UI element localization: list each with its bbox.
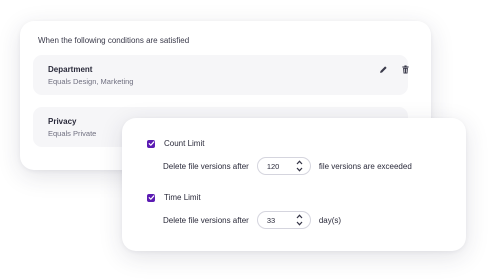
condition-row-department[interactable]: Department Equals Design, Marketing — [33, 55, 410, 95]
condition-title: Privacy — [48, 117, 77, 126]
count-limit-line: Delete file versions after 120 file vers… — [163, 156, 412, 176]
count-limit-checkbox[interactable] — [147, 139, 155, 148]
stepper-arrows — [296, 214, 303, 226]
chevron-down-icon[interactable] — [296, 167, 303, 172]
condition-value: Equals Design, Marketing — [48, 77, 134, 86]
count-limit-value[interactable]: 120 — [267, 162, 280, 171]
conditions-heading: When the following conditions are satisf… — [38, 36, 190, 45]
count-limit-option[interactable]: Count Limit — [147, 138, 204, 149]
count-limit-label: Count Limit — [164, 139, 205, 148]
time-limit-suffix: day(s) — [318, 215, 342, 225]
chevron-up-icon[interactable] — [296, 214, 303, 219]
time-limit-checkbox[interactable] — [147, 193, 155, 202]
time-limit-stepper[interactable]: 33 — [256, 211, 311, 229]
time-limit-option[interactable]: Time Limit — [147, 192, 201, 203]
time-limit-line: Delete file versions after 33 day(s) — [163, 210, 341, 230]
time-limit-value[interactable]: 33 — [267, 216, 275, 225]
chevron-down-icon[interactable] — [296, 221, 303, 226]
pencil-icon[interactable] — [379, 65, 388, 74]
condition-value: Equals Private — [48, 129, 97, 138]
count-limit-suffix: file versions are exceeded — [318, 161, 412, 171]
version-limits-card: Count Limit Delete file versions after 1… — [122, 118, 466, 251]
check-icon — [148, 141, 154, 146]
time-limit-prefix: Delete file versions after — [163, 215, 249, 225]
stepper-arrows — [296, 160, 303, 172]
condition-title: Department — [48, 65, 93, 74]
check-icon — [148, 195, 154, 200]
chevron-up-icon[interactable] — [296, 160, 303, 165]
count-limit-stepper[interactable]: 120 — [256, 157, 311, 175]
time-limit-label: Time Limit — [164, 193, 201, 202]
stage: When the following conditions are satisf… — [0, 0, 496, 279]
count-limit-prefix: Delete file versions after — [163, 161, 249, 171]
trash-icon[interactable] — [401, 65, 410, 74]
